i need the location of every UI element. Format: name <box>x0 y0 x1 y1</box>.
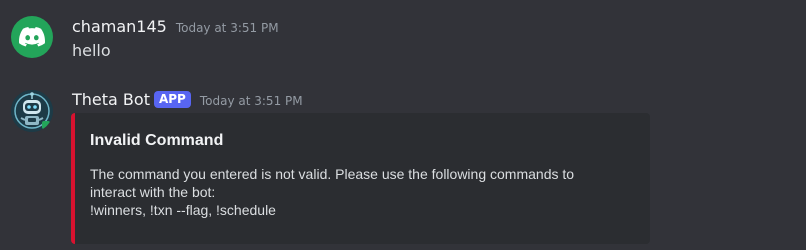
timestamp[interactable]: Today at 3:51 PM <box>176 21 279 35</box>
embed-title: Invalid Command <box>90 132 224 149</box>
message-header: chaman145 Today at 3:51 PM <box>72 17 279 36</box>
message-content: hello <box>72 41 111 60</box>
embed-description: The command you entered is not valid. Pl… <box>90 166 575 218</box>
avatar[interactable] <box>11 90 53 132</box>
app-badge: APP <box>153 91 191 108</box>
message-header: Theta Bot APP Today at 3:51 PM <box>72 90 303 110</box>
timestamp[interactable]: Today at 3:51 PM <box>200 94 303 108</box>
embed-card: Invalid Command The command you entered … <box>71 113 650 244</box>
avatar[interactable] <box>11 16 53 58</box>
discord-logo-icon <box>19 27 45 47</box>
username[interactable]: Theta Bot <box>72 90 150 109</box>
username[interactable]: chaman145 <box>72 17 167 36</box>
robot-icon <box>11 90 53 132</box>
message-item: chaman145 Today at 3:51 PM hello <box>0 0 806 75</box>
